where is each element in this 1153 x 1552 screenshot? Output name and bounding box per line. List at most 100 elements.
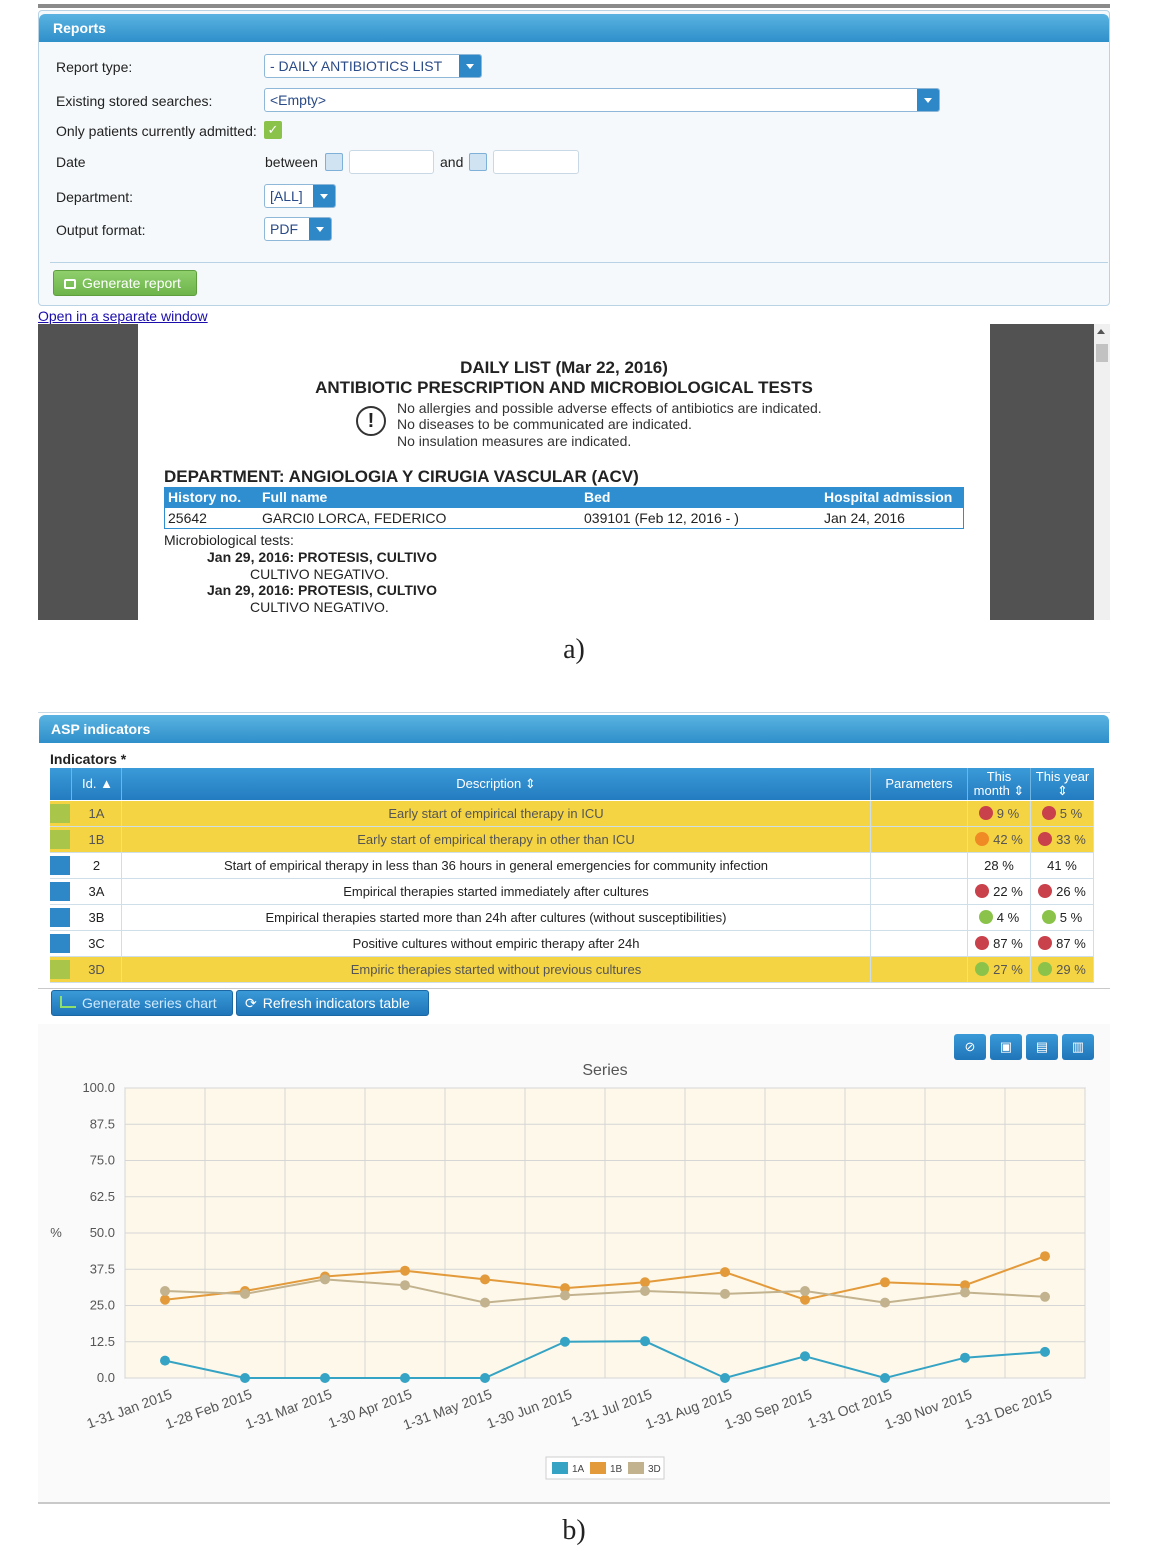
- legend-label: 1A: [572, 1464, 585, 1475]
- calendar-icon[interactable]: [325, 153, 343, 171]
- select-all-checkbox[interactable]: [50, 768, 72, 800]
- row-description: Empirical therapies started immediately …: [122, 879, 871, 904]
- stored-searches-select[interactable]: <Empty>: [264, 88, 940, 112]
- row-id: 3B: [72, 905, 122, 930]
- row-parameters: [871, 957, 968, 982]
- row-this-month: 4 %: [968, 905, 1031, 930]
- data-point-1B: [640, 1277, 650, 1288]
- row-parameters: [871, 879, 968, 904]
- micro-label: Microbiological tests:: [164, 532, 294, 548]
- data-point-3D: [560, 1290, 570, 1301]
- refresh-label: Refresh indicators table: [262, 995, 410, 1011]
- status-dot: [975, 962, 990, 976]
- patient-table-header: History no. Full name Bed Hospital admis…: [164, 487, 964, 508]
- report-type-select[interactable]: - DAILY ANTIBIOTICS LIST: [264, 54, 482, 78]
- indicator-row[interactable]: 3D Empiric therapies started without prev…: [50, 957, 1094, 983]
- chart-title: Series: [582, 1062, 627, 1079]
- y-tick-label: 87.5: [90, 1116, 115, 1131]
- indicator-row[interactable]: 2 Start of empirical therapy in less than…: [50, 853, 1094, 879]
- department-label: Department:: [56, 189, 134, 205]
- x-tick-label: 1-31 Jul 2015: [569, 1386, 654, 1430]
- row-description-text: Empirical therapies started more than 24…: [265, 910, 727, 925]
- indicator-row[interactable]: 3B Empirical therapies started more than …: [50, 905, 1094, 931]
- indicator-row[interactable]: 3C Positive cultures without empiric ther…: [50, 931, 1094, 957]
- data-point-1A: [400, 1373, 410, 1383]
- row-checkbox[interactable]: [50, 856, 70, 875]
- row-checkbox[interactable]: [50, 960, 70, 979]
- row-checkbox[interactable]: [50, 908, 70, 927]
- col-this-year[interactable]: This year ⇕: [1031, 768, 1094, 800]
- generate-series-chart-button[interactable]: Generate series chart: [51, 990, 233, 1016]
- row-this-year-text: 41 %: [1047, 858, 1077, 873]
- indicator-row[interactable]: 3A Empirical therapies started immediatel…: [50, 879, 1094, 905]
- x-tick-label: 1-30 Jun 2015: [484, 1386, 574, 1432]
- scroll-thumb[interactable]: [1096, 344, 1108, 362]
- date-to-input[interactable]: [493, 150, 579, 174]
- doc-title-line1: DAILY LIST (Mar 22, 2016): [460, 358, 668, 377]
- x-tick-label: 1-31 Aug 2015: [643, 1386, 734, 1432]
- row-id-text: 2: [92, 858, 101, 873]
- reports-panel-title: Reports: [39, 14, 1109, 42]
- date-from-input[interactable]: [349, 150, 434, 174]
- x-tick-label: 1-31 Jan 2015: [84, 1386, 174, 1432]
- row-description: Empirical therapies started more than 24…: [122, 905, 871, 930]
- status-dot: [1041, 910, 1056, 924]
- patient-table-row: 25642 GARCI0 LORCA, FEDERICO 039101 (Feb…: [164, 508, 964, 529]
- data-point-1B: [880, 1277, 890, 1288]
- data-point-1A: [800, 1351, 810, 1362]
- row-this-year-text: 29 %: [1056, 962, 1086, 977]
- data-point-1B: [480, 1274, 490, 1285]
- row-checkbox[interactable]: [50, 934, 70, 953]
- report-type-value: - DAILY ANTIBIOTICS LIST: [270, 58, 443, 74]
- row-checkbox[interactable]: [50, 830, 70, 849]
- status-dot: [975, 936, 990, 950]
- refresh-indicators-button[interactable]: ⟳ Refresh indicators table: [236, 990, 429, 1016]
- row-checkbox[interactable]: [50, 804, 70, 823]
- pdf-scrollbar[interactable]: [1094, 324, 1110, 620]
- legend-label: 1B: [610, 1464, 623, 1475]
- test-title: Jan 29, 2016: PROTESIS, CULTIVO: [207, 582, 438, 598]
- only-admitted-checkbox[interactable]: ✓: [264, 121, 282, 139]
- department-value: [ALL]: [270, 188, 303, 204]
- row-this-month: 87 %: [968, 931, 1031, 956]
- date-label: Date: [56, 154, 86, 170]
- data-point-3D: [400, 1280, 410, 1291]
- row-this-month-text: 22 %: [993, 884, 1023, 899]
- row-id: 3D: [72, 957, 122, 982]
- row-checkbox[interactable]: [50, 882, 70, 901]
- row-this-year-text: 33 %: [1056, 832, 1086, 847]
- row-description: Empiric therapies started without previo…: [122, 957, 871, 982]
- col-parameters: Parameters: [871, 768, 968, 800]
- row-this-month: 9 %: [968, 801, 1031, 826]
- alert-icon: !: [356, 406, 386, 436]
- scroll-up-icon[interactable]: [1097, 329, 1105, 334]
- cell-fullname: GARCI0 LORCA, FEDERICO: [262, 510, 447, 526]
- row-this-year: 5 %: [1031, 801, 1094, 826]
- col-this-month[interactable]: This month ⇕: [968, 768, 1031, 800]
- calendar-icon[interactable]: [469, 153, 487, 171]
- col-description[interactable]: Description ⇕: [122, 768, 871, 800]
- output-format-label: Output format:: [56, 222, 146, 238]
- row-id: 1B: [72, 827, 122, 852]
- output-format-select[interactable]: PDF: [264, 217, 332, 241]
- col-history: History no.: [168, 489, 242, 505]
- col-id[interactable]: Id. ▲: [72, 768, 122, 800]
- row-description-text: Positive cultures without empiric therap…: [352, 936, 640, 951]
- y-tick-label: 100.0: [82, 1080, 115, 1095]
- indicator-row[interactable]: 1A Early start of empirical therapy in IC…: [50, 801, 1094, 827]
- doc-note: No insulation measures are indicated.: [397, 433, 632, 449]
- row-this-month-text: 4 %: [996, 910, 1020, 925]
- generate-report-button[interactable]: Generate report: [53, 270, 197, 296]
- chevron-down-icon: [917, 89, 939, 111]
- data-point-1A: [240, 1373, 250, 1383]
- row-this-month: 27 %: [968, 957, 1031, 982]
- row-this-year-text: 26 %: [1056, 884, 1086, 899]
- indicators-grid-header: Id. ▲ Description ⇕ Parameters This mont…: [50, 768, 1094, 800]
- row-this-month-text: 28 %: [984, 858, 1014, 873]
- test-title: Jan 29, 2016: PROTESIS, CULTIVO: [207, 549, 438, 565]
- data-point-3D: [800, 1286, 810, 1296]
- department-select[interactable]: [ALL]: [264, 184, 336, 208]
- indicator-row[interactable]: 1B Early start of empirical therapy in ot…: [50, 827, 1094, 853]
- open-separate-window-link[interactable]: Open in a separate window: [38, 308, 208, 324]
- y-tick-label: 62.5: [90, 1189, 115, 1204]
